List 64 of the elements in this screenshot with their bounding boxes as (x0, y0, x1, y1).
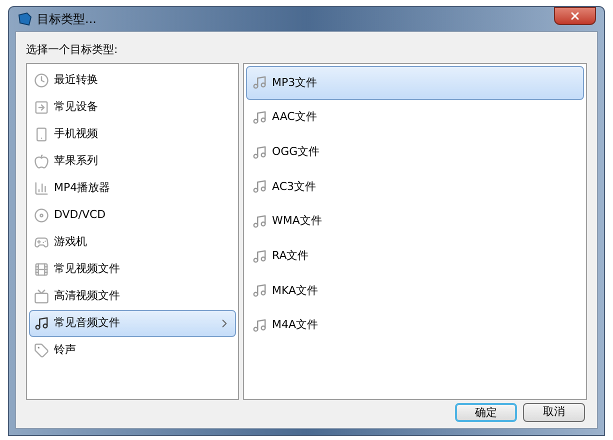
category-item[interactable]: 铃声 (29, 336, 236, 364)
format-item[interactable]: WMA文件 (246, 204, 584, 239)
category-label: 苹果系列 (54, 152, 99, 169)
close-icon (569, 10, 581, 22)
music-note-icon (252, 318, 267, 334)
format-item[interactable]: OGG文件 (246, 134, 584, 170)
music-note-icon (252, 248, 267, 264)
category-item[interactable]: 苹果系列 (29, 148, 236, 174)
format-item[interactable]: MP3文件 (246, 66, 584, 100)
music-note-icon (252, 214, 267, 230)
category-label: 手机视频 (54, 126, 99, 142)
format-item[interactable]: M4A文件 (246, 308, 584, 343)
gamepad-icon (34, 234, 49, 250)
category-item[interactable]: 游戏机 (29, 228, 236, 256)
category-item[interactable]: 手机视频 (29, 120, 236, 148)
format-label: AAC文件 (272, 109, 317, 126)
category-item[interactable]: 高清视频文件 (29, 282, 236, 310)
music-note-icon (252, 283, 267, 298)
category-item[interactable]: MP4播放器 (29, 174, 236, 202)
close-button[interactable] (554, 7, 596, 25)
format-label: WMA文件 (272, 213, 322, 230)
category-label: 游戏机 (54, 234, 88, 250)
format-label: MKA文件 (272, 282, 318, 299)
ok-button[interactable]: 确定 (455, 403, 517, 422)
music-note-icon (252, 75, 267, 90)
screen-icon (34, 288, 49, 304)
arrow-square-icon (34, 100, 49, 114)
apple-icon (34, 154, 49, 168)
format-label: RA文件 (272, 248, 309, 264)
category-item[interactable]: 常见设备 (29, 94, 236, 120)
format-item[interactable]: RA文件 (246, 238, 584, 274)
category-label: 最近转换 (54, 72, 99, 88)
category-label: DVD/VCD (54, 206, 107, 223)
phone-icon (34, 126, 49, 142)
tag-icon (34, 342, 49, 358)
format-label: OGG文件 (272, 144, 320, 160)
category-label: MP4播放器 (54, 180, 112, 196)
clock-icon (34, 72, 49, 88)
film-icon (34, 262, 49, 276)
music-note-icon (252, 144, 267, 160)
music-note-icon (252, 110, 267, 126)
music-note-icon (252, 179, 267, 194)
window-title: 目标类型... (37, 11, 96, 28)
format-item[interactable]: MKA文件 (246, 274, 584, 308)
format-label: M4A文件 (272, 317, 318, 334)
disc-icon (34, 208, 49, 222)
category-item[interactable]: DVD/VCD (29, 202, 236, 228)
format-item[interactable]: AC3文件 (246, 170, 584, 204)
cancel-button[interactable]: 取消 (523, 403, 585, 422)
category-label: 常见音频文件 (54, 314, 121, 331)
category-label: 常见设备 (54, 98, 99, 115)
app-icon (17, 11, 33, 27)
bar-chart-icon (34, 180, 49, 196)
category-label: 常见视频文件 (54, 260, 121, 277)
format-label: MP3文件 (272, 74, 318, 91)
format-item[interactable]: AAC文件 (246, 100, 584, 135)
format-label: AC3文件 (272, 178, 316, 195)
category-label: 高清视频文件 (54, 288, 121, 304)
category-item[interactable]: 最近转换 (29, 66, 236, 94)
music-note-icon (34, 316, 49, 330)
category-item[interactable]: 常见视频文件 (29, 256, 236, 282)
prompt-label: 选择一个目标类型: (26, 42, 119, 58)
category-label: 铃声 (54, 342, 77, 358)
category-item[interactable]: 常见音频文件 (29, 310, 236, 336)
